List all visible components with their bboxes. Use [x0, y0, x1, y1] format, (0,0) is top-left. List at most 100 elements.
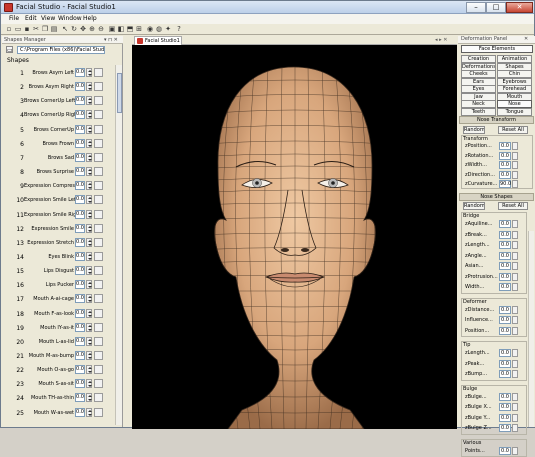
transform-param-input[interactable]: 90.0 — [499, 180, 511, 188]
shape-value-input[interactable]: 0.0 — [75, 110, 85, 119]
nose-param-spinner[interactable] — [512, 252, 518, 260]
view-top-icon[interactable]: ⬒ — [126, 25, 134, 33]
nose-param-input[interactable]: 0.0 — [499, 403, 511, 411]
nose-param-spinner[interactable] — [512, 393, 518, 401]
zoom-out-icon[interactable]: ⊖ — [97, 25, 105, 33]
shape-value-input[interactable]: 0.0 — [75, 139, 85, 148]
transform-param-spinner[interactable] — [512, 142, 518, 150]
shape-slider-button[interactable] — [94, 379, 103, 388]
shape-slider-button[interactable] — [94, 408, 103, 417]
transform-reset-button[interactable]: Reset All — [498, 126, 528, 134]
panel-close-icon[interactable]: ✕ — [524, 36, 528, 43]
shape-slider-button[interactable] — [94, 393, 103, 402]
shape-spinner[interactable] — [86, 266, 92, 275]
rotate-icon[interactable]: ↻ — [70, 25, 78, 33]
shape-spinner[interactable] — [86, 96, 92, 105]
light-icon[interactable]: ✦ — [164, 25, 172, 33]
shape-spinner[interactable] — [86, 153, 92, 162]
nose-param-spinner[interactable] — [512, 316, 518, 324]
nose-param-input[interactable]: 0.0 — [499, 447, 511, 455]
shape-slider-button[interactable] — [94, 309, 103, 318]
shape-slider-button[interactable] — [94, 110, 103, 119]
shape-spinner[interactable] — [86, 351, 92, 360]
shape-value-input[interactable]: 0.0 — [75, 393, 85, 402]
shape-value-input[interactable]: 0.0 — [75, 323, 85, 332]
nose-param-input[interactable]: 0.0 — [499, 220, 511, 228]
shape-slider-button[interactable] — [94, 266, 103, 275]
cut-icon[interactable]: ✂ — [32, 25, 40, 33]
shape-spinner[interactable] — [86, 294, 92, 303]
nose-param-spinner[interactable] — [512, 241, 518, 249]
nose-param-input[interactable]: 0.0 — [499, 241, 511, 249]
nose-param-input[interactable]: 0.0 — [499, 316, 511, 324]
shape-value-input[interactable]: 0.0 — [75, 195, 85, 204]
pointer-icon[interactable]: ↖ — [61, 25, 69, 33]
nose-param-spinner[interactable] — [512, 349, 518, 357]
menu-view[interactable]: View — [41, 15, 55, 22]
nose-param-spinner[interactable] — [512, 447, 518, 455]
minimize-button[interactable]: – — [466, 2, 486, 13]
shape-spinner[interactable] — [86, 252, 92, 261]
new-file-icon[interactable]: ▫ — [5, 25, 13, 33]
tab-facial-studio1[interactable]: Facial Studio1 — [134, 36, 182, 45]
save-icon[interactable]: ▪ — [23, 25, 31, 33]
shape-slider-button[interactable] — [94, 337, 103, 346]
shape-value-input[interactable]: 0.0 — [75, 379, 85, 388]
nose-param-input[interactable]: 0.0 — [499, 262, 511, 270]
nose-param-spinner[interactable] — [512, 283, 518, 291]
scrollbar-thumb[interactable] — [117, 73, 122, 113]
shape-slider-button[interactable] — [94, 210, 103, 219]
shape-slider-button[interactable] — [94, 181, 103, 190]
maximize-button[interactable]: □ — [486, 2, 506, 13]
shape-value-input[interactable]: 0.0 — [75, 82, 85, 91]
nose-param-spinner[interactable] — [512, 220, 518, 228]
transform-param-input[interactable]: 0.0 — [499, 152, 511, 160]
shape-spinner[interactable] — [86, 195, 92, 204]
shapes-random-button[interactable]: Random — [463, 202, 485, 210]
nose-param-input[interactable]: 0.0 — [499, 370, 511, 378]
shape-slider-button[interactable] — [94, 238, 103, 247]
nose-param-spinner[interactable] — [512, 403, 518, 411]
nose-param-spinner[interactable] — [512, 370, 518, 378]
menu-edit[interactable]: Edit — [25, 15, 37, 22]
shape-value-input[interactable]: 0.0 — [75, 266, 85, 275]
transform-param-spinner[interactable] — [512, 180, 518, 188]
shape-spinner[interactable] — [86, 68, 92, 77]
shape-value-input[interactable]: 0.0 — [75, 153, 85, 162]
help-icon[interactable]: ? — [175, 25, 183, 33]
shape-slider-button[interactable] — [94, 82, 103, 91]
pan-icon[interactable]: ✥ — [79, 25, 87, 33]
view-front-icon[interactable]: ▣ — [108, 25, 116, 33]
shape-value-input[interactable]: 0.0 — [75, 309, 85, 318]
shape-spinner[interactable] — [86, 224, 92, 233]
zoom-icon[interactable]: ⊕ — [88, 25, 96, 33]
shape-spinner[interactable] — [86, 167, 92, 176]
shape-value-input[interactable]: 0.0 — [75, 351, 85, 360]
shape-spinner[interactable] — [86, 139, 92, 148]
shape-slider-button[interactable] — [94, 195, 103, 204]
shape-slider-button[interactable] — [94, 294, 103, 303]
menu-help[interactable]: Help — [83, 15, 97, 22]
close-button[interactable]: ✕ — [506, 2, 533, 13]
copy-icon[interactable]: ❐ — [41, 25, 49, 33]
nose-param-input[interactable]: 0.0 — [499, 414, 511, 422]
nose-transform-section[interactable]: Nose Transform — [459, 116, 534, 124]
panel-controls-icon[interactable]: ▾ ⊓ ✕ — [104, 37, 118, 43]
nose-param-input[interactable]: 0.0 — [499, 349, 511, 357]
shape-value-input[interactable]: 0.0 — [75, 181, 85, 190]
shape-spinner[interactable] — [86, 110, 92, 119]
shape-value-input[interactable]: 0.0 — [75, 294, 85, 303]
shape-value-input[interactable]: 0.0 — [75, 365, 85, 374]
open-file-icon[interactable]: ▭ — [14, 25, 22, 33]
shape-value-input[interactable]: 0.0 — [75, 68, 85, 77]
shape-value-input[interactable]: 0.0 — [75, 125, 85, 134]
deformation-scrollbar[interactable] — [528, 231, 534, 427]
transform-param-input[interactable]: 0.0 — [499, 161, 511, 169]
path-field[interactable]: C:\Program Files (x86)\Facial Studio 6 — [17, 46, 105, 54]
nose-param-spinner[interactable] — [512, 360, 518, 368]
shape-spinner[interactable] — [86, 125, 92, 134]
render-icon[interactable]: ◉ — [146, 25, 154, 33]
shape-value-input[interactable]: 0.0 — [75, 96, 85, 105]
3d-viewport[interactable] — [132, 45, 457, 429]
shape-spinner[interactable] — [86, 181, 92, 190]
